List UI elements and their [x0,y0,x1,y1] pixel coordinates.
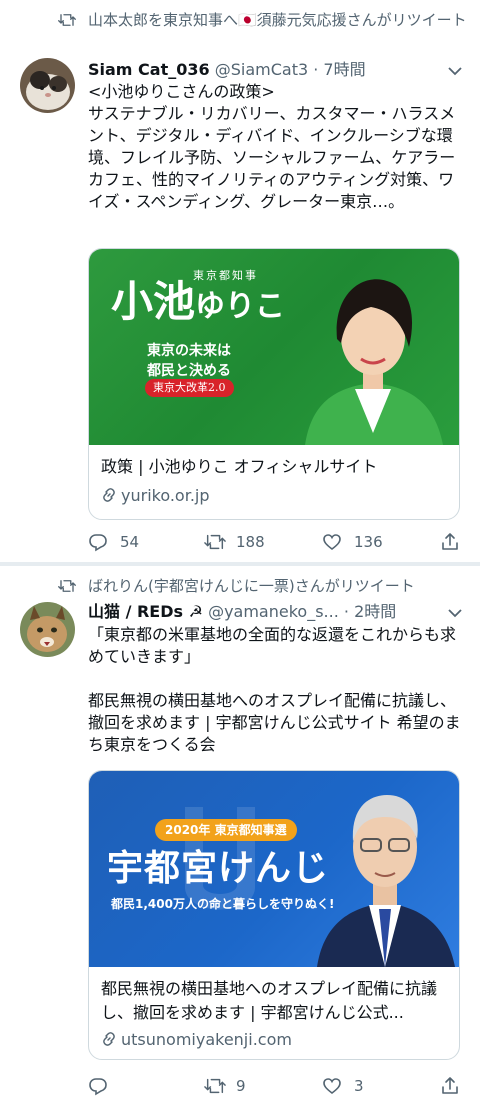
retweet-by-text: 山本太郎を東京知事へ🇯🇵須藤元気応援さんがリツイート [88,11,467,29]
card-domain: yuriko.or.jp [101,485,210,507]
like-count: 136 [354,533,383,551]
card-banner-image: 東京都知事 小池ゆりこ 東京の未来は 都民と決める 東京大改革2.0 [89,249,459,445]
chevron-down-icon[interactable] [448,66,462,76]
avatar[interactable] [20,58,75,113]
banner-slogan: 東京の未来は 都民と決める [147,343,231,379]
card-domain: utsunomiyakenji.com [101,1029,292,1051]
avatar-lynx-image [20,602,75,657]
tweet-time[interactable]: · 7時間 [313,60,365,79]
share-icon [442,1077,458,1094]
avatar-cat-image [20,58,75,113]
candidate-portrait [317,795,455,967]
banner-subtitle: 都民1,400万人の命と暮らしを守りぬく! [111,897,335,911]
retweet-count: 9 [236,1077,246,1095]
banner-name: 小池ゆりこ [111,277,286,326]
author-name[interactable]: 山猫 / REDs ☭ [88,602,203,621]
retweet-icon [204,534,226,550]
tweet-time[interactable]: · 2時間 [344,602,396,621]
banner-badge: 東京大改革2.0 [145,379,234,397]
tweet[interactable]: 山本太郎を東京知事へ🇯🇵須藤元気応援さんがリツイート Siam Cat_036 … [0,0,480,562]
like-icon [323,534,341,551]
candidate-portrait [305,279,443,445]
retweet-icon [58,580,76,592]
retweet-by-text: ばれりん(宇都宮けんじに一票)さんがリツイート [88,577,415,595]
like-count: 3 [354,1077,364,1095]
reply-icon [89,534,107,552]
author-handle[interactable]: @yamaneko_s... [208,602,339,621]
author-handle[interactable]: @SiamCat3 [215,60,308,79]
link-icon [103,1032,115,1046]
link-card[interactable]: 2020年 東京都知事選 宇都宮けんじ 都民1,400万人の命と暮らしを守りぬく… [88,770,460,1060]
card-title: 都民無視の横田基地へのオスプレイ配備に抗議し、撤回を求めます | 宇都宮けんじ公… [101,979,438,1022]
tweet-actions: 9 3 [88,1074,468,1098]
tweet[interactable]: ばれりん(宇都宮けんじに一票)さんがリツイート 山猫 / REDs ☭ @yam… [0,566,480,1111]
tweet-text: <小池ゆりこさんの政策> サステナブル・リカバリー、カスタマー・ハラスメント、デ… [88,82,456,211]
banner-name: 宇都宮けんじ [107,848,330,889]
author-name[interactable]: Siam Cat_036 [88,60,210,79]
banner-badge: 2020年 東京都知事選 [155,819,297,841]
retweet-icon [58,14,76,26]
reply-icon [89,1078,107,1096]
card-banner-image: 2020年 東京都知事選 宇都宮けんじ 都民1,400万人の命と暮らしを守りぬく… [89,771,459,967]
chevron-down-icon[interactable] [448,608,462,618]
card-title: 政策 | 小池ゆりこ オフィシャルサイト [101,457,378,476]
tweet-actions: 54 188 136 [88,530,468,554]
reply-count: 54 [120,533,140,551]
tweet-text: 「東京都の米軍基地の全面的な返還をこれからも求めていきます」 都民無視の横田基地… [88,625,461,754]
like-icon [323,1078,341,1095]
share-icon [442,533,458,550]
link-card[interactable]: 東京都知事 小池ゆりこ 東京の未来は 都民と決める 東京大改革2.0 政策 | … [88,248,460,520]
tweet-header: 山猫 / REDs ☭ @yamaneko_s... · 2時間 [88,600,468,624]
retweet-icon [204,1078,226,1094]
retweet-count: 188 [236,533,265,551]
avatar[interactable] [20,602,75,657]
tweet-header: Siam Cat_036 @SiamCat3 · 7時間 [88,58,468,82]
link-icon [103,488,115,502]
